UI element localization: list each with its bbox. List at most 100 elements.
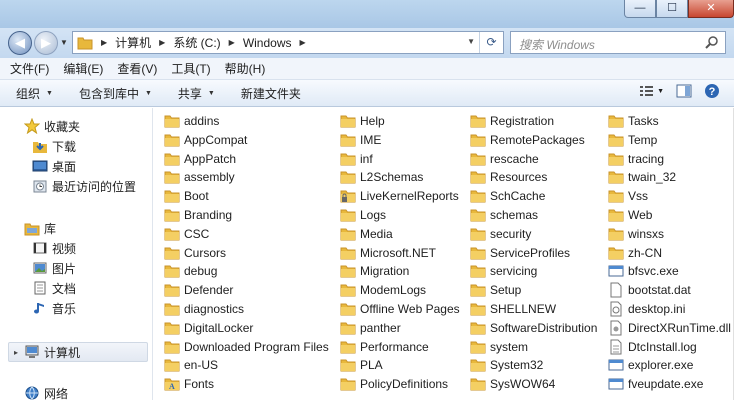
file-item[interactable]: Branding — [164, 206, 232, 224]
address-bar[interactable]: ▶ 计算机 ▶ 系统 (C:) ▶ Windows ▶ ▼ ⟳ — [72, 31, 504, 54]
file-item[interactable]: Setup — [470, 281, 521, 299]
file-item[interactable]: winsxs — [608, 225, 664, 243]
back-button[interactable]: ◀ — [8, 31, 32, 55]
search-input[interactable]: 搜索 Windows — [510, 31, 726, 54]
file-item[interactable]: A Fonts — [164, 375, 214, 393]
nav-libraries[interactable]: 库 — [24, 219, 56, 237]
file-item[interactable]: AppCompat — [164, 131, 247, 149]
nav-favorites[interactable]: 收藏夹 — [24, 117, 80, 135]
refresh-icon[interactable]: ⟳ — [479, 32, 503, 53]
file-item[interactable]: Resources — [470, 168, 547, 186]
file-item[interactable]: Performance — [340, 338, 429, 356]
file-item[interactable]: SysWOW64 — [470, 375, 555, 393]
file-item[interactable]: Logs — [340, 206, 386, 224]
nav-recent[interactable]: 最近访问的位置 — [32, 177, 136, 195]
file-item[interactable]: Temp — [608, 131, 657, 149]
file-item[interactable]: schemas — [470, 206, 538, 224]
file-item[interactable]: desktop.ini — [608, 300, 685, 318]
nav-downloads[interactable]: 下载 — [32, 137, 76, 155]
file-item[interactable]: addins — [164, 112, 219, 130]
minimize-button[interactable]: — — [624, 0, 656, 18]
file-item[interactable]: panther — [340, 319, 401, 337]
breadcrumb-windows[interactable]: Windows — [243, 36, 292, 50]
menu-tools[interactable]: 工具(T) — [171, 60, 210, 77]
recent-pages-chevron-icon[interactable]: ▼ — [60, 38, 68, 47]
address-dropdown-icon[interactable]: ▼ — [467, 37, 475, 46]
file-item[interactable]: LiveKernelReports — [340, 187, 459, 205]
file-item[interactable]: SHELLNEW — [470, 300, 556, 318]
preview-pane-icon[interactable] — [676, 84, 692, 98]
chevron-down-icon[interactable]: ▼ — [657, 88, 664, 95]
menu-view[interactable]: 查看(V) — [117, 60, 157, 77]
file-item[interactable]: assembly — [164, 168, 235, 186]
file-item[interactable]: PolicyDefinitions — [340, 375, 448, 393]
file-item[interactable]: Help — [340, 112, 385, 130]
file-item[interactable]: security — [470, 225, 531, 243]
nav-pictures[interactable]: 图片 — [32, 259, 76, 277]
file-item[interactable]: Offline Web Pages — [340, 300, 460, 318]
menu-file[interactable]: 文件(F) — [10, 60, 49, 77]
file-item[interactable]: DirectXRunTime.dll — [608, 319, 731, 337]
close-button[interactable]: ✕ — [688, 0, 734, 18]
file-item[interactable]: SchCache — [470, 187, 545, 205]
view-options-icon[interactable] — [639, 84, 655, 98]
file-item[interactable]: inf — [340, 150, 373, 168]
file-item[interactable]: DigitalLocker — [164, 319, 253, 337]
menu-edit[interactable]: 编辑(E) — [63, 60, 103, 77]
file-item[interactable]: CSC — [164, 225, 209, 243]
file-item[interactable]: Microsoft.NET — [340, 244, 436, 262]
file-item[interactable]: debug — [164, 262, 217, 280]
forward-button[interactable]: ▶ — [34, 31, 58, 55]
file-item[interactable]: Web — [608, 206, 652, 224]
file-item[interactable]: Defender — [164, 281, 233, 299]
file-item[interactable]: Registration — [470, 112, 554, 130]
maximize-button[interactable]: ☐ — [656, 0, 688, 18]
breadcrumb-chevron-icon[interactable]: ▶ — [101, 38, 107, 47]
file-item[interactable]: IME — [340, 131, 381, 149]
breadcrumb-drive-c[interactable]: 系统 (C:) — [173, 34, 220, 51]
file-item[interactable]: Boot — [164, 187, 209, 205]
file-item[interactable]: en-US — [164, 356, 218, 374]
file-item[interactable]: SoftwareDistribution — [470, 319, 597, 337]
include-in-library-button[interactable]: 包含到库中 ▼ — [79, 85, 152, 102]
nav-desktop[interactable]: 桌面 — [32, 157, 76, 175]
breadcrumb-chevron-icon[interactable]: ▶ — [229, 38, 235, 47]
file-item[interactable]: ModemLogs — [340, 281, 426, 299]
file-item[interactable]: Tasks — [608, 112, 659, 130]
file-item[interactable]: rescache — [470, 150, 539, 168]
nav-videos[interactable]: 视频 — [32, 239, 76, 257]
search-icon[interactable] — [705, 35, 719, 49]
menu-help[interactable]: 帮助(H) — [225, 60, 266, 77]
breadcrumb-chevron-icon[interactable]: ▶ — [159, 38, 165, 47]
file-item[interactable]: Vss — [608, 187, 648, 205]
file-item[interactable]: AppPatch — [164, 150, 236, 168]
nav-network[interactable]: 网络 — [24, 384, 68, 400]
file-item[interactable]: PLA — [340, 356, 383, 374]
file-item[interactable]: ServiceProfiles — [470, 244, 570, 262]
file-item[interactable]: system — [470, 338, 528, 356]
file-item[interactable]: fveupdate.exe — [608, 375, 703, 393]
breadcrumb-chevron-icon[interactable]: ▶ — [300, 38, 306, 47]
file-item[interactable]: DtcInstall.log — [608, 338, 697, 356]
file-item[interactable]: tracing — [608, 150, 664, 168]
file-item[interactable]: bfsvc.exe — [608, 262, 679, 280]
help-icon[interactable]: ? — [704, 83, 720, 99]
file-item[interactable]: bootstat.dat — [608, 281, 691, 299]
share-button[interactable]: 共享 ▼ — [178, 85, 215, 102]
file-item[interactable]: System32 — [470, 356, 543, 374]
file-item[interactable]: Downloaded Program Files — [164, 338, 329, 356]
file-item[interactable]: Media — [340, 225, 393, 243]
file-item[interactable]: twain_32 — [608, 168, 676, 186]
nav-computer[interactable]: ▸ 计算机 — [14, 343, 80, 361]
organize-button[interactable]: 组织 ▼ — [16, 85, 53, 102]
breadcrumb-computer[interactable]: 计算机 — [115, 34, 151, 51]
nav-documents[interactable]: 文档 — [32, 279, 76, 297]
file-item[interactable]: Migration — [340, 262, 409, 280]
file-item[interactable]: diagnostics — [164, 300, 244, 318]
file-item[interactable]: Cursors — [164, 244, 226, 262]
file-item[interactable]: zh-CN — [608, 244, 662, 262]
new-folder-button[interactable]: 新建文件夹 — [241, 85, 301, 102]
file-item[interactable]: explorer.exe — [608, 356, 693, 374]
file-item[interactable]: L2Schemas — [340, 168, 423, 186]
expand-arrow-icon[interactable]: ▸ — [14, 348, 24, 357]
